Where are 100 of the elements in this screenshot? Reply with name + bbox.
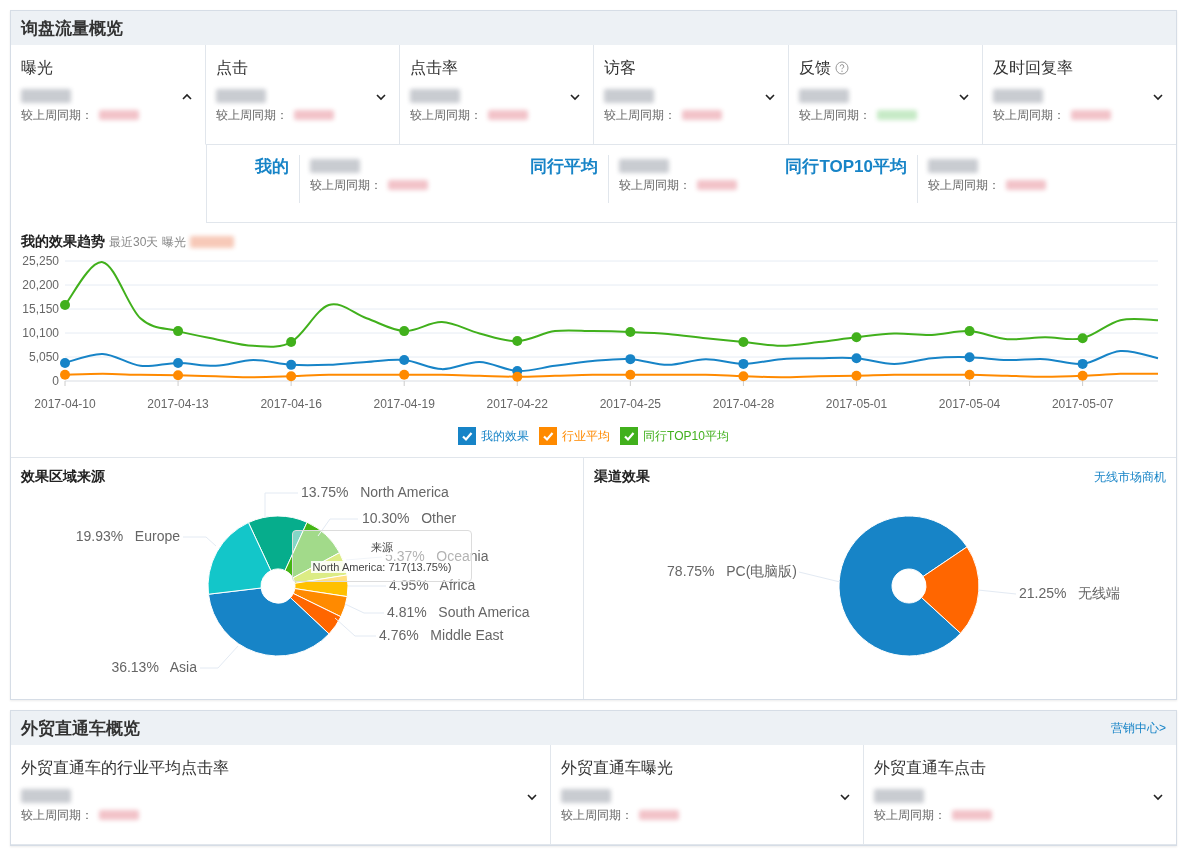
compare-label: 较上周同期： bbox=[798, 106, 871, 124]
metric-tab[interactable]: 点击率 较上周同期： bbox=[400, 45, 595, 145]
metric-label: 访客 bbox=[604, 57, 637, 78]
section-title: 效果区域来源 bbox=[21, 468, 105, 486]
data-point bbox=[964, 326, 975, 337]
blurred-value bbox=[992, 89, 1043, 103]
chevron-down-icon[interactable] bbox=[839, 791, 851, 803]
leader-line bbox=[264, 492, 299, 519]
metric-tab[interactable]: 访客 较上周同期： bbox=[594, 45, 789, 145]
legend-checkbox[interactable] bbox=[539, 427, 558, 445]
blurred-value bbox=[798, 89, 849, 103]
slice-label: 10.30% Other bbox=[362, 510, 457, 526]
chevron-down-icon[interactable] bbox=[1152, 791, 1164, 803]
data-point bbox=[399, 369, 410, 380]
compare-label: 较上周同期： bbox=[21, 106, 93, 124]
tooltip-text: North America: 717(13.75%) bbox=[310, 560, 454, 573]
comparison-label: 同行TOP10平均 bbox=[785, 157, 907, 176]
compare-label: 较上周同期： bbox=[21, 806, 93, 824]
slice-label: 4.81% South America bbox=[387, 604, 530, 620]
legend-item[interactable]: 我的效果 bbox=[458, 427, 530, 445]
chevron-down-icon[interactable] bbox=[763, 91, 776, 103]
data-point bbox=[851, 332, 862, 343]
data-point bbox=[286, 359, 297, 370]
leader-line bbox=[344, 603, 385, 614]
metric-label: 外贸直通车点击 bbox=[874, 757, 986, 778]
metric-label: 外贸直通车的行业平均点击率 bbox=[21, 757, 229, 778]
data-point bbox=[738, 358, 749, 369]
blurred-value bbox=[874, 789, 924, 803]
blurred-value bbox=[561, 789, 611, 803]
data-point bbox=[512, 336, 523, 347]
slice-label: 36.13% Asia bbox=[111, 659, 197, 675]
x-axis-label: 2017-04-16 bbox=[260, 397, 322, 411]
chevron-down-icon[interactable] bbox=[569, 91, 582, 103]
data-point bbox=[173, 370, 184, 381]
compare-label: 较上周同期： bbox=[604, 106, 677, 124]
check-icon bbox=[623, 430, 636, 442]
chevron-down-icon[interactable] bbox=[526, 791, 538, 803]
data-point bbox=[625, 354, 636, 365]
marketing-link[interactable]: 营销中心> bbox=[1111, 719, 1166, 737]
metric-tab[interactable]: 外贸直通车曝光 较上周同期： bbox=[551, 745, 864, 845]
y-axis-label: 5,050 bbox=[28, 350, 59, 364]
compare-label: 较上周同期： bbox=[992, 106, 1065, 124]
metric-tab[interactable]: 曝光 较上周同期： bbox=[11, 45, 206, 145]
data-point bbox=[851, 353, 862, 364]
metric-tab[interactable]: 及时回复率 较上周同期： bbox=[982, 45, 1176, 145]
channel-link[interactable]: 无线市场商机 bbox=[1094, 468, 1166, 486]
metric-label: 外贸直通车曝光 bbox=[561, 757, 673, 778]
x-axis-label: 2017-05-01 bbox=[825, 397, 888, 411]
x-axis-label: 2017-05-07 bbox=[1051, 397, 1114, 411]
metric-label: 及时回复率 bbox=[992, 57, 1073, 78]
x-axis-label: 2017-05-04 bbox=[938, 397, 1001, 411]
data-point bbox=[286, 371, 297, 382]
comparison-label: 我的 bbox=[255, 157, 289, 176]
data-point bbox=[1077, 333, 1088, 344]
data-point bbox=[625, 327, 636, 338]
blurred-value bbox=[619, 159, 669, 173]
chevron-down-icon[interactable] bbox=[1152, 91, 1164, 103]
blurred-value bbox=[216, 89, 266, 103]
data-point bbox=[738, 371, 749, 382]
y-axis-label: 0 bbox=[52, 374, 59, 388]
blurred-value bbox=[410, 89, 461, 103]
x-axis-label: 2017-04-25 bbox=[599, 397, 662, 411]
y-axis-label: 10,100 bbox=[22, 326, 59, 340]
metric-tab[interactable]: 外贸直通车的行业平均点击率 较上周同期： bbox=[11, 745, 551, 845]
leader-line bbox=[334, 617, 377, 637]
compare-label: 较上周同期： bbox=[561, 806, 633, 824]
y-axis-label: 20,200 bbox=[22, 278, 59, 292]
section-subtitle: 最近30天 曝光 bbox=[109, 233, 186, 251]
data-point bbox=[286, 337, 297, 348]
blurred-value bbox=[21, 789, 71, 803]
x-axis-label: 2017-04-19 bbox=[373, 397, 435, 411]
data-point bbox=[60, 357, 70, 368]
chevron-down-icon[interactable] bbox=[957, 91, 970, 103]
legend-checkbox[interactable] bbox=[620, 427, 639, 445]
section-title: 我的效果趋势 bbox=[21, 233, 105, 251]
panel-title: 外贸直通车概览 bbox=[21, 717, 140, 740]
data-point bbox=[60, 369, 70, 380]
metric-tab[interactable]: 反馈 较上周同期： bbox=[788, 45, 983, 145]
leader-line bbox=[182, 536, 217, 547]
legend-checkbox[interactable] bbox=[458, 427, 477, 445]
data-point bbox=[851, 370, 862, 381]
metric-tab[interactable]: 点击 较上周同期： bbox=[206, 45, 401, 145]
metric-label: 反馈 bbox=[798, 57, 831, 78]
x-axis-label: 2017-04-22 bbox=[486, 397, 548, 411]
x-axis-label: 2017-04-28 bbox=[712, 397, 775, 411]
section-title: 渠道效果 bbox=[594, 468, 650, 486]
metric-tab[interactable]: 外贸直通车点击 较上周同期： bbox=[864, 745, 1176, 845]
compare-label: 较上周同期： bbox=[619, 176, 691, 194]
panel-title: 询盘流量概览 bbox=[21, 17, 123, 40]
data-point bbox=[1077, 358, 1088, 369]
data-point bbox=[964, 369, 975, 380]
compare-label: 较上周同期： bbox=[928, 176, 1000, 194]
metric-label: 点击率 bbox=[410, 57, 459, 78]
slice-label: 4.76% Middle East bbox=[379, 627, 504, 643]
leader-line bbox=[199, 645, 239, 669]
comparison-label: 同行平均 bbox=[530, 157, 598, 176]
slice-label: 21.25% 无线端 bbox=[1019, 585, 1121, 601]
data-point bbox=[173, 326, 184, 337]
y-axis-label: 15,150 bbox=[22, 302, 59, 316]
chevron-down-icon[interactable] bbox=[375, 91, 388, 103]
